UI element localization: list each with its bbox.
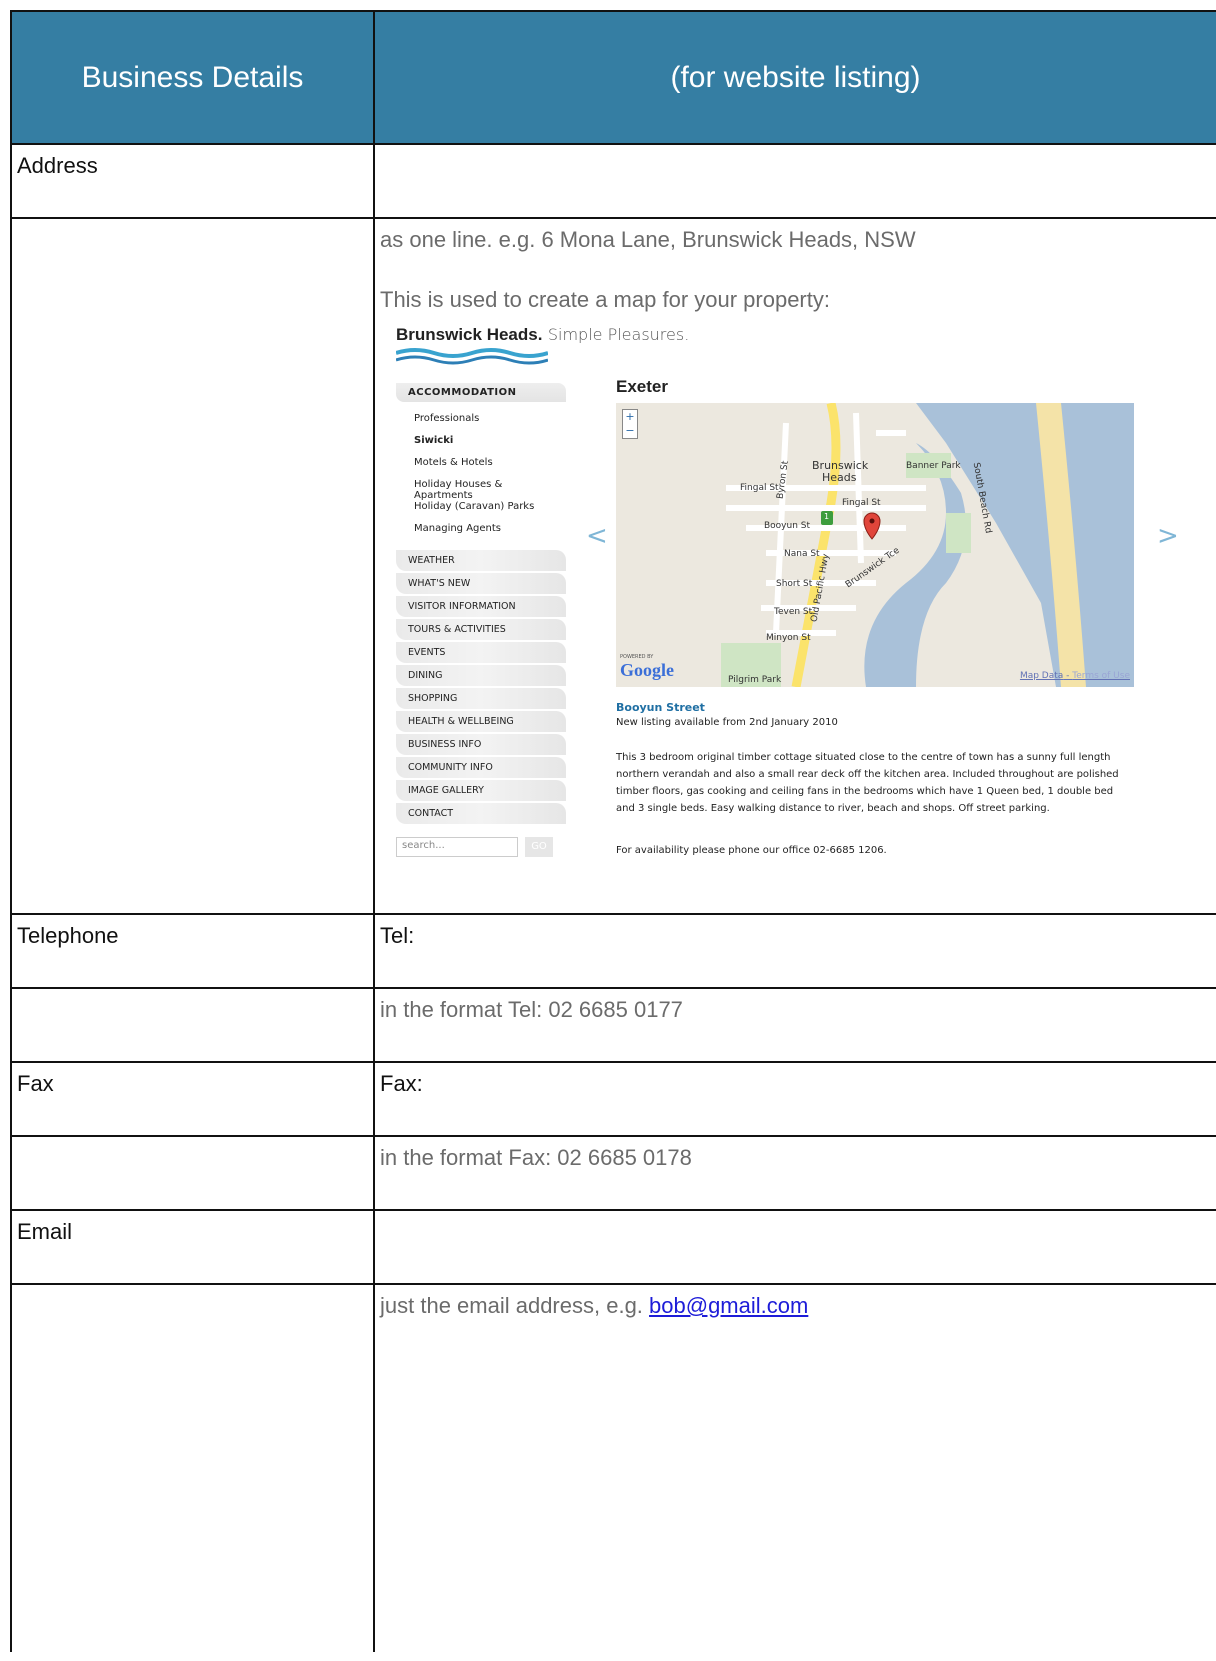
map-label-fingal-st: Fingal St <box>740 483 779 493</box>
nav-sub-item: Holiday Houses & Apartments <box>414 479 503 501</box>
empty-cell <box>10 1135 375 1211</box>
nav-item: VISITOR INFORMATION <box>396 596 566 617</box>
map-graphic <box>721 403 1134 687</box>
fax-label: Fax <box>10 1061 375 1137</box>
address-value[interactable] <box>373 143 1216 219</box>
nav-sub-item: Managing Agents <box>414 523 502 534</box>
email-hint-text: just the email address, e.g. <box>380 1293 650 1318</box>
nav-sub-item: Professionals <box>414 413 480 424</box>
map-label-nana-st: Nana St <box>784 549 820 559</box>
nav-item: EVENTS <box>396 642 566 663</box>
fax-row: Fax Fax: <box>10 1061 1216 1137</box>
website-preview-screenshot: Brunswick Heads. Simple Pleasures. ACCOM… <box>390 325 1190 905</box>
email-row: Email <box>10 1209 1216 1285</box>
nav-item: HEALTH & WELLBEING <box>396 711 566 732</box>
telephone-hint: in the format Tel: 02 6685 0177 <box>373 987 1216 1063</box>
prev-arrow-icon: < <box>586 521 608 551</box>
map-route-marker: 1 <box>824 512 830 521</box>
nav-item: BUSINESS INFO <box>396 734 566 755</box>
nav-item: DINING <box>396 665 566 686</box>
fax-hint: in the format Fax: 02 6685 0178 <box>373 1135 1216 1211</box>
map-label-minyon-st: Minyon St <box>766 633 811 643</box>
place-title: Exeter <box>616 377 668 396</box>
next-arrow-icon: > <box>1157 521 1179 551</box>
empty-cell <box>10 217 375 915</box>
listing-date: New listing available from 2nd January 2… <box>616 717 838 728</box>
email-hint-row: just the email address, e.g. bob@gmail.c… <box>10 1283 1216 1652</box>
map-footer: Map Data - Terms of Use <box>1019 671 1130 681</box>
google-wordmark: Google <box>620 660 674 680</box>
example-email-link[interactable]: bob@gmail.com <box>649 1293 808 1318</box>
site-search-go-button: GO <box>525 837 553 857</box>
terms-of-use-link: Terms of Use <box>1072 671 1130 681</box>
nav-item: SHOPPING <box>396 688 566 709</box>
nav-item: WHAT'S NEW <box>396 573 566 594</box>
telephone-hint-row: in the format Tel: 02 6685 0177 <box>10 987 1216 1063</box>
listing-title: Booyun Street <box>616 701 705 714</box>
business-details-table: Business Details (for website listing) A… <box>10 10 1216 1652</box>
map-data-link: Map Data <box>1019 671 1064 681</box>
brand-light: Simple Pleasures. <box>547 325 690 344</box>
google-logo: POWERED BY Google <box>620 654 674 681</box>
header-business-details: Business Details <box>10 10 375 145</box>
email-hint-cell: just the email address, e.g. bob@gmail.c… <box>373 1283 1216 1652</box>
listing-availability: For availability please phone our office… <box>616 845 887 856</box>
email-label: Email <box>10 1209 375 1285</box>
location-map: + − Brunswick Heads Banner Park Fingal St… <box>616 403 1134 687</box>
nav-item: WEATHER <box>396 550 566 571</box>
nav-heading: ACCOMMODATION <box>396 383 566 402</box>
nav-item: IMAGE GALLERY <box>396 780 566 801</box>
brand-bold: Brunswick Heads. <box>396 325 543 344</box>
nav-sub-item-active: Siwicki <box>414 435 454 446</box>
map-label-pilgrim-park: Pilgrim Park <box>728 675 782 685</box>
address-hint-line1: as one line. e.g. 6 Mona Lane, Brunswick… <box>380 227 916 252</box>
map-label-fingal-st: Fingal St <box>842 498 881 508</box>
listing-body: This 3 bedroom original timber cottage s… <box>616 752 1119 814</box>
header-row: Business Details (for website listing) <box>10 10 1216 145</box>
address-hint-row: as one line. e.g. 6 Mona Lane, Brunswick… <box>10 217 1216 915</box>
fax-hint-row: in the format Fax: 02 6685 0178 <box>10 1135 1216 1211</box>
zoom-control: + − <box>622 409 638 439</box>
map-label-teven-st: Teven St <box>774 607 813 617</box>
telephone-value[interactable]: Tel: <box>373 913 1216 989</box>
empty-cell <box>10 1283 375 1652</box>
telephone-row: Telephone Tel: <box>10 913 1216 989</box>
site-nav: ACCOMMODATION Professionals Siwicki Mote… <box>396 383 566 824</box>
fax-value[interactable]: Fax: <box>373 1061 1216 1137</box>
header-website-listing: (for website listing) <box>373 10 1216 145</box>
nav-item: CONTACT <box>396 803 566 824</box>
empty-cell <box>10 987 375 1063</box>
email-value[interactable] <box>373 1209 1216 1285</box>
nav-sub-item: Motels & Hotels <box>414 457 493 468</box>
map-label-banner-park: Banner Park <box>906 461 961 471</box>
map-label-short-st: Short St <box>776 579 813 589</box>
nav-item: COMMUNITY INFO <box>396 757 566 778</box>
brand-waves-logo <box>396 348 548 365</box>
site-search-input: search... <box>396 837 518 857</box>
map-label-town2: Heads <box>822 471 857 484</box>
address-row: Address <box>10 143 1216 219</box>
address-hint-cell: as one line. e.g. 6 Mona Lane, Brunswick… <box>373 217 1216 915</box>
nav-item: TOURS & ACTIVITIES <box>396 619 566 640</box>
map-label-booyun-st: Booyun St <box>764 521 811 531</box>
site-brand: Brunswick Heads. Simple Pleasures. <box>396 325 689 345</box>
address-label: Address <box>10 143 375 219</box>
address-hint-line2: This is used to create a map for your pr… <box>380 287 830 312</box>
telephone-label: Telephone <box>10 913 375 989</box>
